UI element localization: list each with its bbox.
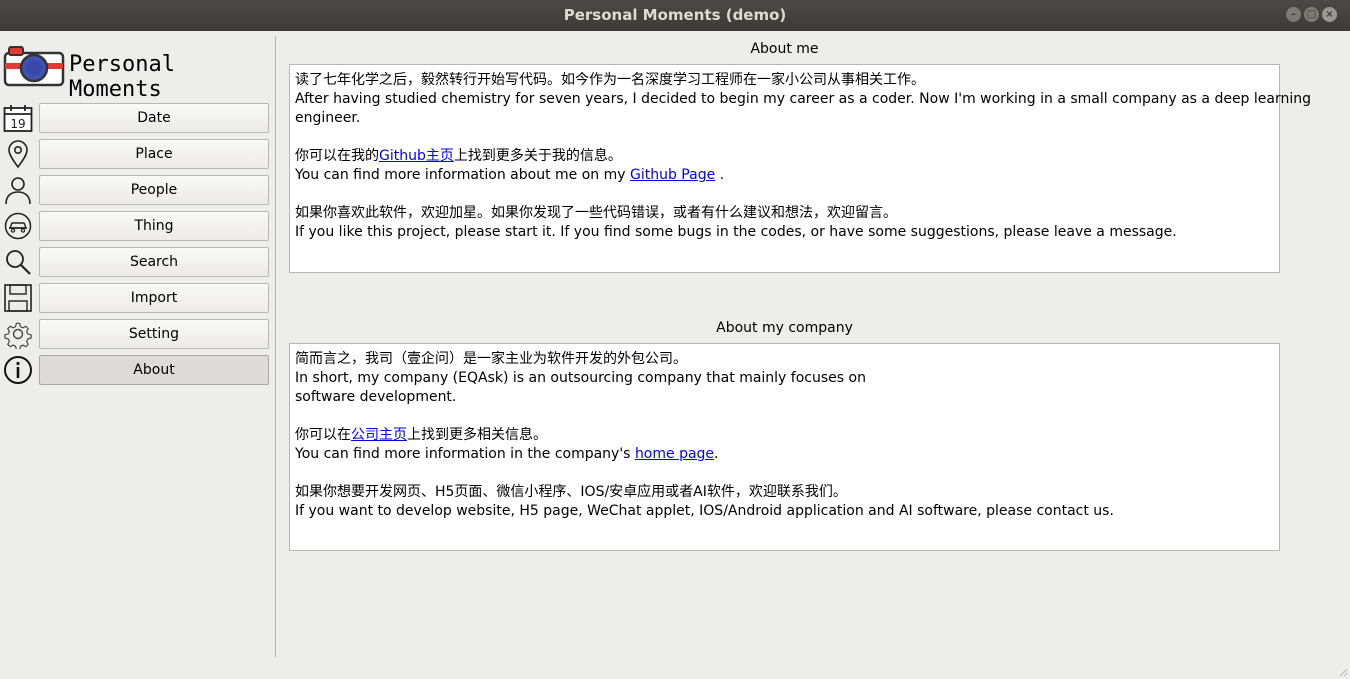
- sidebar-item-place: Place: [3, 139, 270, 169]
- sidebar-item-thing: Thing: [3, 211, 270, 241]
- gear-icon: [4, 322, 32, 349]
- info-icon: [4, 356, 32, 384]
- window-titlebar[interactable]: Personal Moments (demo) – □ ×: [0, 0, 1350, 31]
- setting-button[interactable]: Setting: [39, 319, 269, 349]
- resize-grip-icon[interactable]: [1338, 667, 1348, 677]
- sidebar-item-setting: Setting: [3, 319, 270, 349]
- import-button[interactable]: Import: [39, 283, 269, 313]
- sidebar-item-date: 19 Date: [3, 103, 270, 133]
- date-button[interactable]: Date: [39, 103, 269, 133]
- sidebar-item-people: People: [3, 175, 270, 205]
- camera-icon: [3, 46, 65, 87]
- calendar-day: 19: [10, 117, 25, 131]
- thing-button[interactable]: Thing: [39, 211, 269, 241]
- floppy-disk-icon: [4, 284, 32, 312]
- sidebar-splitter[interactable]: [275, 36, 276, 657]
- about-me-line1-en-cont: engineer.: [295, 110, 361, 126]
- about-company-line3-zh: 如果你想要开发网页、H5页面、微信小程序、IOS/安卓应用或者AI软件，欢迎联系…: [295, 484, 847, 500]
- about-company-line2-en: You can find more information in the com…: [295, 446, 719, 462]
- people-button[interactable]: People: [39, 175, 269, 205]
- about-me-line3-zh: 如果你喜欢此软件，欢迎加星。如果你发现了一些代码错误，或者有什么建议和想法，欢迎…: [295, 205, 897, 221]
- about-company-title: About my company: [716, 320, 853, 336]
- window-title: Personal Moments (demo): [563, 6, 787, 24]
- about-company-line2-zh: 你可以在公司主页上找到更多相关信息。: [295, 427, 547, 443]
- app-name: Personal Moments: [69, 52, 175, 102]
- about-button[interactable]: About: [39, 355, 269, 385]
- app-logo: Personal Moments: [3, 45, 273, 102]
- search-button[interactable]: Search: [39, 247, 269, 277]
- company-homepage-zh-link[interactable]: 公司主页: [351, 427, 407, 443]
- person-icon: [5, 177, 31, 205]
- github-zh-link[interactable]: Github主页: [379, 148, 454, 164]
- about-me-line3-en: If you like this project, please start i…: [295, 224, 1177, 240]
- about-company-textbox[interactable]: 简而言之，我司（壹企问）是一家主业为软件开发的外包公司。 In short, m…: [289, 343, 1280, 551]
- sidebar-item-about: About: [3, 355, 270, 385]
- minimize-icon[interactable]: –: [1286, 7, 1301, 22]
- about-company-line1-en: In short, my company (EQAsk) is an outso…: [295, 370, 866, 386]
- github-page-link[interactable]: Github Page: [630, 167, 715, 183]
- about-me-textbox[interactable]: 读了七年化学之后，毅然转行开始写代码。如今作为一名深度学习工程师在一家小公司从事…: [289, 64, 1312, 273]
- about-me-line1-zh: 读了七年化学之后，毅然转行开始写代码。如今作为一名深度学习工程师在一家小公司从事…: [295, 72, 925, 88]
- about-me-line1-en: After having studied chemistry for seven…: [295, 91, 1312, 107]
- sidebar-item-import: Import: [3, 283, 270, 313]
- sidebar-item-search: Search: [3, 247, 270, 277]
- about-me-title: About me: [750, 41, 819, 57]
- about-company-line1-en-cont: software development.: [295, 389, 457, 405]
- company-home-page-link[interactable]: home page: [635, 446, 714, 462]
- about-me-line2-en: You can find more information about me o…: [295, 167, 725, 183]
- search-icon: [6, 250, 31, 275]
- maximize-icon[interactable]: □: [1304, 7, 1319, 22]
- place-button[interactable]: Place: [39, 139, 269, 169]
- about-company-line3-en: If you want to develop website, H5 page,…: [295, 503, 1114, 519]
- close-icon[interactable]: ×: [1322, 7, 1337, 22]
- about-me-line2-zh: 你可以在我的Github主页上找到更多关于我的信息。: [295, 148, 622, 164]
- calendar-icon: 19: [3, 105, 33, 132]
- map-pin-icon: [8, 140, 28, 169]
- car-icon: [4, 212, 32, 240]
- window-controls: – □ ×: [1286, 7, 1337, 22]
- about-company-line1-zh: 简而言之，我司（壹企问）是一家主业为软件开发的外包公司。: [295, 351, 687, 367]
